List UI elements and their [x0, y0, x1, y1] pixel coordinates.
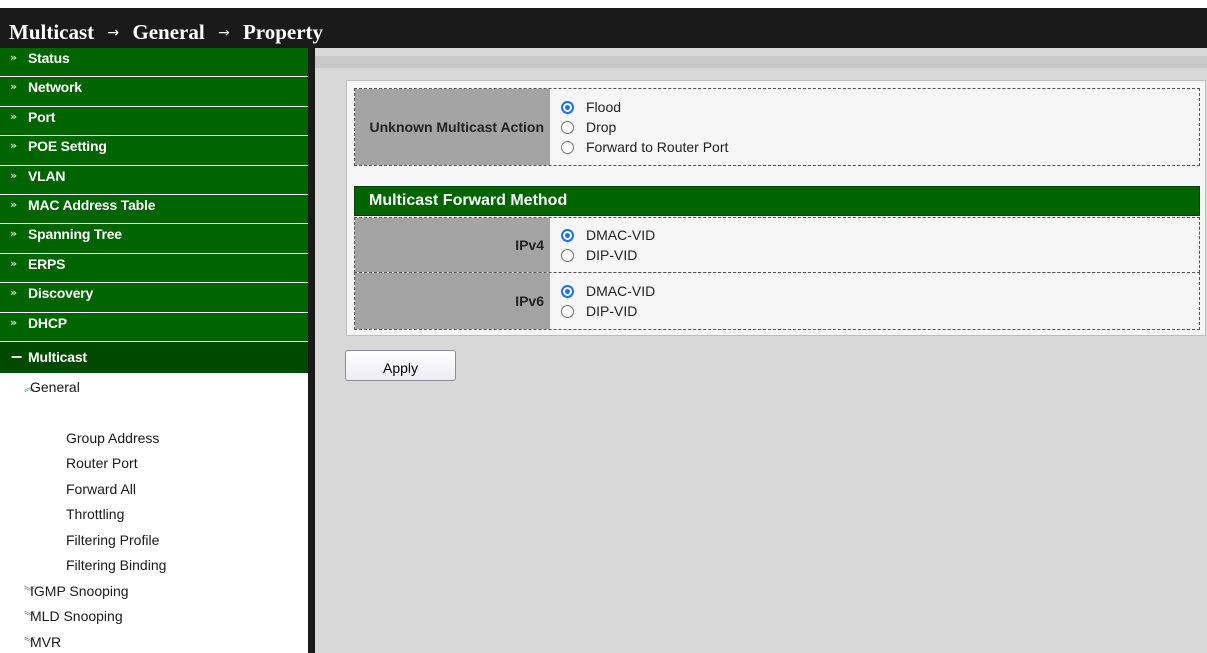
- sidebar-leaf-filtering-binding[interactable]: Filtering Binding: [0, 552, 308, 578]
- sidebar-item-network[interactable]: » Network: [0, 77, 308, 107]
- radio-option-drop[interactable]: Drop: [561, 117, 1199, 137]
- double-chevron-down-icon: »: [10, 139, 17, 153]
- sidebar-leaf-group-address[interactable]: Group Address: [0, 425, 308, 451]
- sidebar-leaf-router-port[interactable]: Router Port: [0, 450, 308, 476]
- sidebar-item-port[interactable]: » Port: [0, 106, 308, 137]
- double-chevron-down-icon: »: [10, 286, 17, 300]
- radio-option-forward-to-router-port[interactable]: Forward to Router Port: [561, 137, 1199, 157]
- sidebar-item-label: Spanning Tree: [28, 226, 122, 243]
- radio-button[interactable]: [561, 120, 574, 134]
- sidebar-item-mac-address-table[interactable]: » MAC Address Table: [0, 194, 308, 225]
- sidebar-item-label: Status: [28, 50, 70, 66]
- sidebar-item-label: DHCP: [28, 314, 67, 331]
- sidebar-divider: [308, 48, 315, 653]
- breadcrumb-general: General: [132, 20, 205, 44]
- sidebar-leaf-forward-all[interactable]: Forward All: [0, 476, 308, 502]
- arrow-right-icon: →: [217, 25, 230, 41]
- double-chevron-down-icon: ︾: [24, 635, 35, 649]
- radio-button[interactable]: [561, 304, 574, 318]
- radio-button[interactable]: [561, 140, 574, 154]
- sidebar-item-label: Port: [28, 108, 56, 125]
- ipv6-label: IPv6: [355, 273, 551, 329]
- option-label: Drop: [586, 119, 617, 135]
- minus-icon: −: [10, 346, 24, 366]
- radio-option-ipv6-dip-vid[interactable]: DIP-VID: [561, 301, 1199, 321]
- double-chevron-down-icon: »: [10, 197, 17, 211]
- unknown-action-label: Unknown Multicast Action: [355, 89, 551, 165]
- radio-button-selected[interactable]: [561, 284, 574, 298]
- double-chevron-down-icon: ︾: [24, 584, 35, 598]
- sidebar-leaf-property[interactable]: Property: [0, 399, 308, 425]
- ipv6-row: IPv6 DMAC-VID DIP-VID: [354, 272, 1200, 330]
- option-label: DIP-VID: [586, 247, 638, 263]
- breadcrumb-property: Property: [242, 20, 324, 44]
- property-form-panel: Unknown Multicast Action Flood Drop Forw…: [346, 80, 1206, 336]
- sidebar-group-label: MVR: [30, 633, 62, 650]
- radio-button[interactable]: [561, 248, 574, 262]
- sidebar-group-mld-snooping[interactable]: ︾ MLD Snooping: [0, 603, 308, 629]
- double-chevron-down-icon: »: [10, 227, 17, 241]
- sidebar-item-label: Discovery: [28, 285, 94, 302]
- ipv6-options: DMAC-VID DIP-VID: [551, 273, 1199, 329]
- ipv4-label: IPv4: [355, 218, 551, 272]
- sidebar-item-vlan[interactable]: » VLAN: [0, 165, 308, 195]
- breadcrumb-multicast: Multicast: [9, 20, 95, 44]
- ipv4-options: DMAC-VID DIP-VID: [551, 218, 1199, 272]
- sidebar-item-label: VLAN: [28, 167, 66, 184]
- sidebar-item-label: Multicast: [28, 349, 87, 366]
- sidebar-item-label: Network: [28, 79, 82, 96]
- breadcrumb: Multicast → General → Property: [9, 20, 323, 45]
- sidebar-item-erps[interactable]: » ERPS: [0, 253, 308, 284]
- sidebar-item-dhcp[interactable]: » DHCP: [0, 312, 308, 342]
- content-header-strip: [315, 56, 1207, 68]
- radio-option-ipv6-dmac-vid[interactable]: DMAC-VID: [561, 281, 1199, 301]
- radio-option-ipv4-dip-vid[interactable]: DIP-VID: [561, 245, 1199, 265]
- sidebar-group-igmp-snooping[interactable]: ︾ IGMP Snooping: [0, 578, 308, 604]
- sidebar-item-spanning-tree[interactable]: » Spanning Tree: [0, 224, 308, 254]
- sidebar-group-label: IGMP Snooping: [30, 582, 129, 599]
- arrow-right-icon: →: [107, 25, 120, 41]
- sidebar-group-label: General: [30, 378, 80, 395]
- sidebar-group-label: MLD Snooping: [30, 608, 123, 625]
- ipv4-row: IPv4 DMAC-VID DIP-VID: [354, 217, 1200, 273]
- sidebar-item-label: POE Setting: [28, 138, 107, 155]
- main-content: Unknown Multicast Action Flood Drop Forw…: [315, 48, 1207, 653]
- option-label: DMAC-VID: [586, 283, 656, 299]
- radio-option-ipv4-dmac-vid[interactable]: DMAC-VID: [561, 225, 1199, 245]
- double-chevron-down-icon: ︾: [24, 610, 35, 624]
- sidebar-group-mvr[interactable]: ︾ MVR: [0, 629, 308, 653]
- sidebar-item-label: ERPS: [28, 255, 66, 272]
- unknown-action-row: Unknown Multicast Action Flood Drop Forw…: [354, 88, 1200, 166]
- sidebar-group-general[interactable]: ︽ General: [0, 374, 308, 400]
- option-label: DIP-VID: [586, 303, 638, 319]
- option-label: Forward to Router Port: [586, 139, 729, 155]
- radio-button-selected[interactable]: [561, 228, 574, 242]
- double-chevron-up-icon: ︽: [24, 380, 35, 394]
- unknown-action-options: Flood Drop Forward to Router Port: [551, 89, 1199, 165]
- sidebar-item-multicast[interactable]: − Multicast: [0, 341, 308, 374]
- sidebar-item-label: MAC Address Table: [28, 196, 156, 213]
- option-label: Flood: [586, 99, 622, 115]
- sidebar-leaf-filtering-profile[interactable]: Filtering Profile: [0, 527, 308, 553]
- double-chevron-down-icon: »: [10, 168, 17, 182]
- double-chevron-down-icon: »: [10, 80, 17, 94]
- sidebar-nav: » Status » Network » Port » POE Setting » VLA…: [0, 48, 308, 653]
- sidebar-leaf-throttling[interactable]: Throttling: [0, 501, 308, 527]
- sidebar-item-poe-setting[interactable]: » POE Setting: [0, 136, 308, 166]
- double-chevron-down-icon: »: [10, 51, 17, 64]
- radio-option-flood[interactable]: Flood: [561, 97, 1199, 117]
- title-bar: Multicast → General → Property: [0, 8, 1207, 48]
- forward-method-header: Multicast Forward Method: [354, 186, 1200, 216]
- sidebar-item-status[interactable]: » Status: [0, 48, 308, 78]
- double-chevron-down-icon: »: [10, 109, 17, 123]
- option-label: DMAC-VID: [586, 227, 656, 243]
- sidebar-item-discovery[interactable]: » Discovery: [0, 283, 308, 313]
- double-chevron-down-icon: »: [10, 256, 17, 270]
- apply-button[interactable]: Apply: [345, 350, 456, 381]
- double-chevron-down-icon: »: [10, 315, 17, 329]
- radio-button-selected[interactable]: [561, 100, 574, 114]
